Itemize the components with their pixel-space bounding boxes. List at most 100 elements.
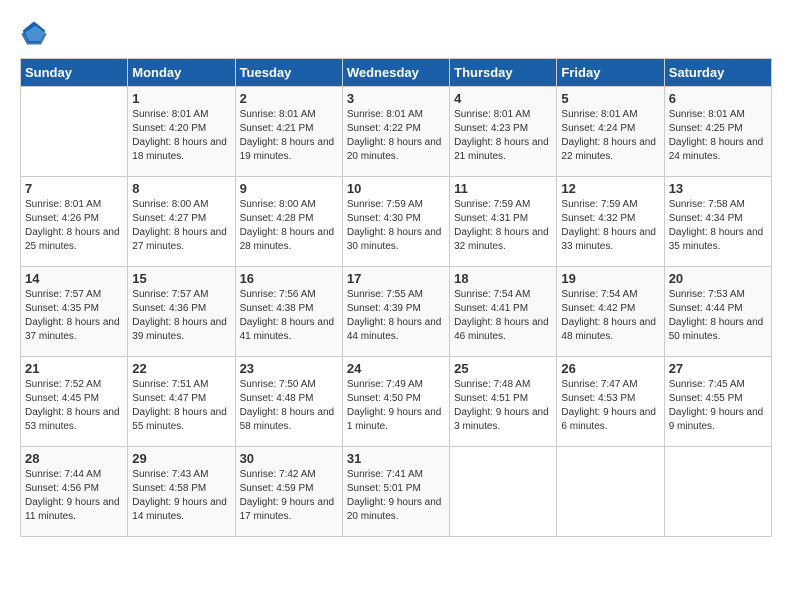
sunrise: Sunrise: 7:59 AM [454, 198, 552, 212]
daylight: Daylight: 9 hours and 3 minutes. [454, 406, 552, 434]
daylight: Daylight: 8 hours and 35 minutes. [669, 226, 767, 254]
calendar-cell: 28 Sunrise: 7:44 AM Sunset: 4:56 PM Dayl… [21, 447, 128, 537]
day-number: 15 [132, 271, 230, 286]
day-number: 25 [454, 361, 552, 376]
day-info: Sunrise: 7:54 AM Sunset: 4:42 PM Dayligh… [561, 288, 659, 344]
day-number: 23 [240, 361, 338, 376]
day-info: Sunrise: 8:01 AM Sunset: 4:22 PM Dayligh… [347, 108, 445, 164]
day-number: 7 [25, 181, 123, 196]
day-number: 29 [132, 451, 230, 466]
sunrise: Sunrise: 7:57 AM [25, 288, 123, 302]
sunset: Sunset: 4:51 PM [454, 392, 552, 406]
calendar-cell: 20 Sunrise: 7:53 AM Sunset: 4:44 PM Dayl… [664, 267, 771, 357]
daylight: Daylight: 8 hours and 48 minutes. [561, 316, 659, 344]
daylight: Daylight: 8 hours and 21 minutes. [454, 136, 552, 164]
day-number: 21 [25, 361, 123, 376]
calendar-cell: 13 Sunrise: 7:58 AM Sunset: 4:34 PM Dayl… [664, 177, 771, 267]
day-info: Sunrise: 7:41 AM Sunset: 5:01 PM Dayligh… [347, 468, 445, 524]
daylight: Daylight: 8 hours and 25 minutes. [25, 226, 123, 254]
day-number: 10 [347, 181, 445, 196]
daylight: Daylight: 8 hours and 53 minutes. [25, 406, 123, 434]
day-number: 17 [347, 271, 445, 286]
daylight: Daylight: 8 hours and 44 minutes. [347, 316, 445, 344]
sunset: Sunset: 4:53 PM [561, 392, 659, 406]
calendar-cell: 8 Sunrise: 8:00 AM Sunset: 4:27 PM Dayli… [128, 177, 235, 267]
day-info: Sunrise: 8:00 AM Sunset: 4:27 PM Dayligh… [132, 198, 230, 254]
day-info: Sunrise: 8:01 AM Sunset: 4:23 PM Dayligh… [454, 108, 552, 164]
calendar-cell [664, 447, 771, 537]
sunrise: Sunrise: 7:58 AM [669, 198, 767, 212]
sunset: Sunset: 4:23 PM [454, 122, 552, 136]
sunrise: Sunrise: 7:44 AM [25, 468, 123, 482]
day-info: Sunrise: 7:50 AM Sunset: 4:48 PM Dayligh… [240, 378, 338, 434]
calendar-week-5: 28 Sunrise: 7:44 AM Sunset: 4:56 PM Dayl… [21, 447, 772, 537]
day-number: 9 [240, 181, 338, 196]
sunrise: Sunrise: 7:53 AM [669, 288, 767, 302]
weekday-header-tuesday: Tuesday [235, 59, 342, 87]
daylight: Daylight: 8 hours and 24 minutes. [669, 136, 767, 164]
sunrise: Sunrise: 8:01 AM [454, 108, 552, 122]
calendar-week-1: 1 Sunrise: 8:01 AM Sunset: 4:20 PM Dayli… [21, 87, 772, 177]
sunrise: Sunrise: 7:50 AM [240, 378, 338, 392]
logo-icon [20, 20, 48, 48]
calendar-cell: 19 Sunrise: 7:54 AM Sunset: 4:42 PM Dayl… [557, 267, 664, 357]
weekday-header-monday: Monday [128, 59, 235, 87]
day-number: 30 [240, 451, 338, 466]
logo [20, 20, 52, 48]
day-info: Sunrise: 7:59 AM Sunset: 4:32 PM Dayligh… [561, 198, 659, 254]
calendar-body: 1 Sunrise: 8:01 AM Sunset: 4:20 PM Dayli… [21, 87, 772, 537]
sunrise: Sunrise: 8:01 AM [240, 108, 338, 122]
sunrise: Sunrise: 7:43 AM [132, 468, 230, 482]
daylight: Daylight: 8 hours and 32 minutes. [454, 226, 552, 254]
day-info: Sunrise: 7:53 AM Sunset: 4:44 PM Dayligh… [669, 288, 767, 344]
day-info: Sunrise: 7:45 AM Sunset: 4:55 PM Dayligh… [669, 378, 767, 434]
calendar-cell: 14 Sunrise: 7:57 AM Sunset: 4:35 PM Dayl… [21, 267, 128, 357]
daylight: Daylight: 9 hours and 1 minute. [347, 406, 445, 434]
calendar-cell: 31 Sunrise: 7:41 AM Sunset: 5:01 PM Dayl… [342, 447, 449, 537]
calendar-week-3: 14 Sunrise: 7:57 AM Sunset: 4:35 PM Dayl… [21, 267, 772, 357]
day-number: 5 [561, 91, 659, 106]
calendar-cell: 27 Sunrise: 7:45 AM Sunset: 4:55 PM Dayl… [664, 357, 771, 447]
sunrise: Sunrise: 8:00 AM [240, 198, 338, 212]
sunrise: Sunrise: 7:41 AM [347, 468, 445, 482]
calendar-cell: 4 Sunrise: 8:01 AM Sunset: 4:23 PM Dayli… [450, 87, 557, 177]
sunset: Sunset: 4:44 PM [669, 302, 767, 316]
sunrise: Sunrise: 7:48 AM [454, 378, 552, 392]
sunset: Sunset: 4:39 PM [347, 302, 445, 316]
sunrise: Sunrise: 7:55 AM [347, 288, 445, 302]
day-number: 1 [132, 91, 230, 106]
sunrise: Sunrise: 7:57 AM [132, 288, 230, 302]
day-info: Sunrise: 7:49 AM Sunset: 4:50 PM Dayligh… [347, 378, 445, 434]
daylight: Daylight: 8 hours and 46 minutes. [454, 316, 552, 344]
calendar-cell: 30 Sunrise: 7:42 AM Sunset: 4:59 PM Dayl… [235, 447, 342, 537]
sunrise: Sunrise: 7:54 AM [561, 288, 659, 302]
sunrise: Sunrise: 7:51 AM [132, 378, 230, 392]
daylight: Daylight: 9 hours and 11 minutes. [25, 496, 123, 524]
day-info: Sunrise: 8:00 AM Sunset: 4:28 PM Dayligh… [240, 198, 338, 254]
sunset: Sunset: 4:32 PM [561, 212, 659, 226]
day-info: Sunrise: 7:57 AM Sunset: 4:36 PM Dayligh… [132, 288, 230, 344]
day-number: 27 [669, 361, 767, 376]
daylight: Daylight: 9 hours and 20 minutes. [347, 496, 445, 524]
calendar-cell: 29 Sunrise: 7:43 AM Sunset: 4:58 PM Dayl… [128, 447, 235, 537]
daylight: Daylight: 8 hours and 50 minutes. [669, 316, 767, 344]
weekday-row: SundayMondayTuesdayWednesdayThursdayFrid… [21, 59, 772, 87]
day-number: 4 [454, 91, 552, 106]
sunset: Sunset: 4:42 PM [561, 302, 659, 316]
day-number: 22 [132, 361, 230, 376]
calendar-header: SundayMondayTuesdayWednesdayThursdayFrid… [21, 59, 772, 87]
day-number: 31 [347, 451, 445, 466]
calendar-cell: 23 Sunrise: 7:50 AM Sunset: 4:48 PM Dayl… [235, 357, 342, 447]
day-info: Sunrise: 8:01 AM Sunset: 4:24 PM Dayligh… [561, 108, 659, 164]
calendar-cell: 24 Sunrise: 7:49 AM Sunset: 4:50 PM Dayl… [342, 357, 449, 447]
sunrise: Sunrise: 8:00 AM [132, 198, 230, 212]
calendar-cell: 6 Sunrise: 8:01 AM Sunset: 4:25 PM Dayli… [664, 87, 771, 177]
calendar-cell: 10 Sunrise: 7:59 AM Sunset: 4:30 PM Dayl… [342, 177, 449, 267]
weekday-header-saturday: Saturday [664, 59, 771, 87]
sunset: Sunset: 4:58 PM [132, 482, 230, 496]
day-info: Sunrise: 7:43 AM Sunset: 4:58 PM Dayligh… [132, 468, 230, 524]
sunrise: Sunrise: 7:49 AM [347, 378, 445, 392]
day-number: 20 [669, 271, 767, 286]
sunset: Sunset: 4:24 PM [561, 122, 659, 136]
daylight: Daylight: 8 hours and 19 minutes. [240, 136, 338, 164]
